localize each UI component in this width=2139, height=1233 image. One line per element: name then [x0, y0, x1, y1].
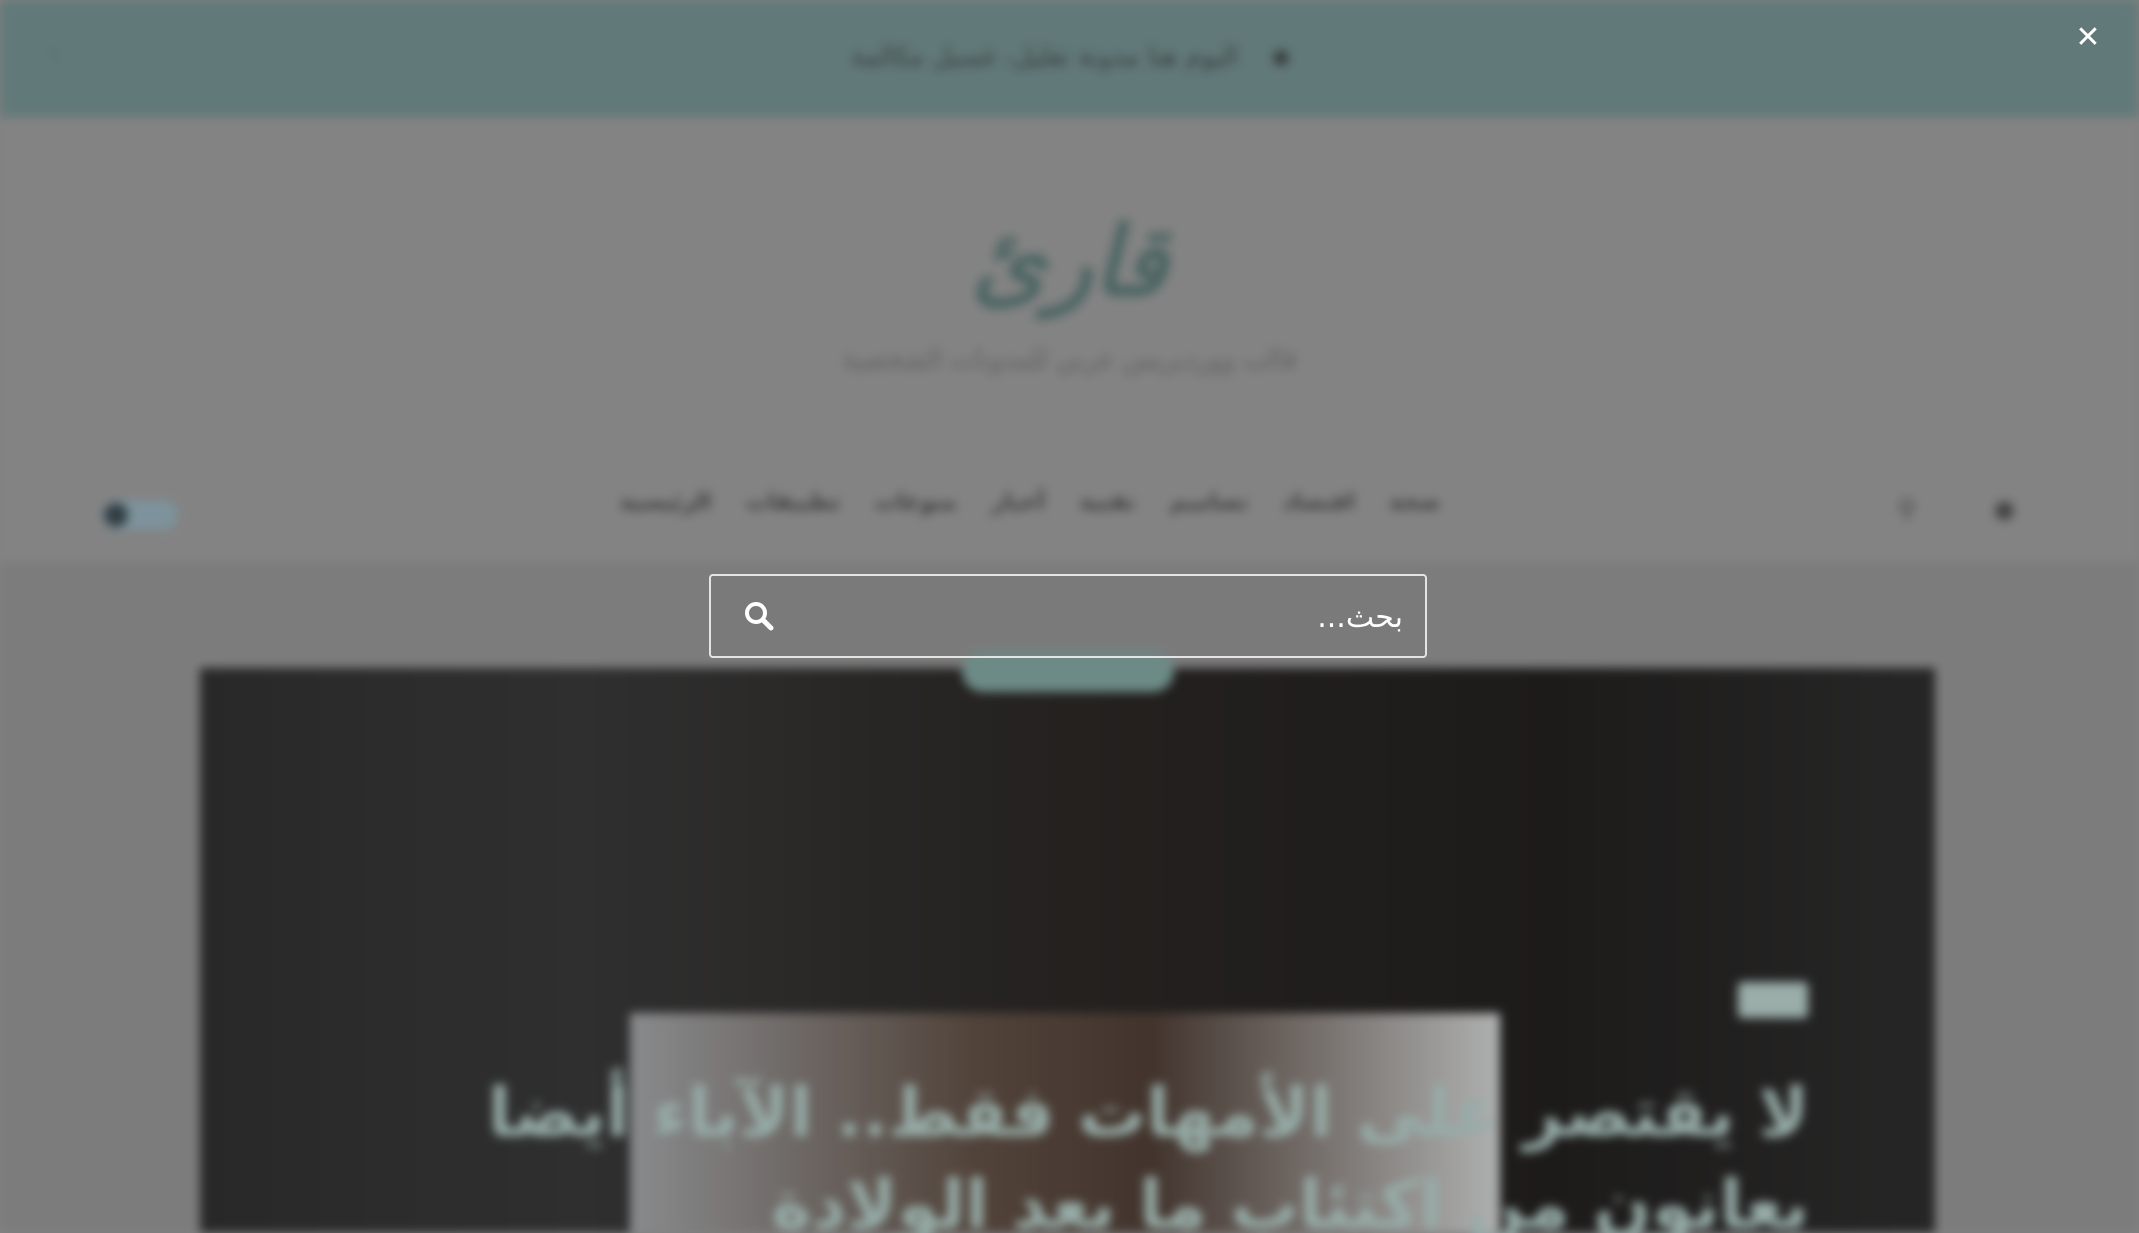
page: اليوم هنا مدونة تقليل، غسيل مكالمة ‹ قار… — [0, 0, 2139, 1233]
search-form — [709, 574, 1427, 658]
search-icon[interactable] — [741, 598, 777, 634]
search-input[interactable] — [801, 576, 1405, 658]
close-icon[interactable]: ✕ — [2072, 22, 2104, 54]
